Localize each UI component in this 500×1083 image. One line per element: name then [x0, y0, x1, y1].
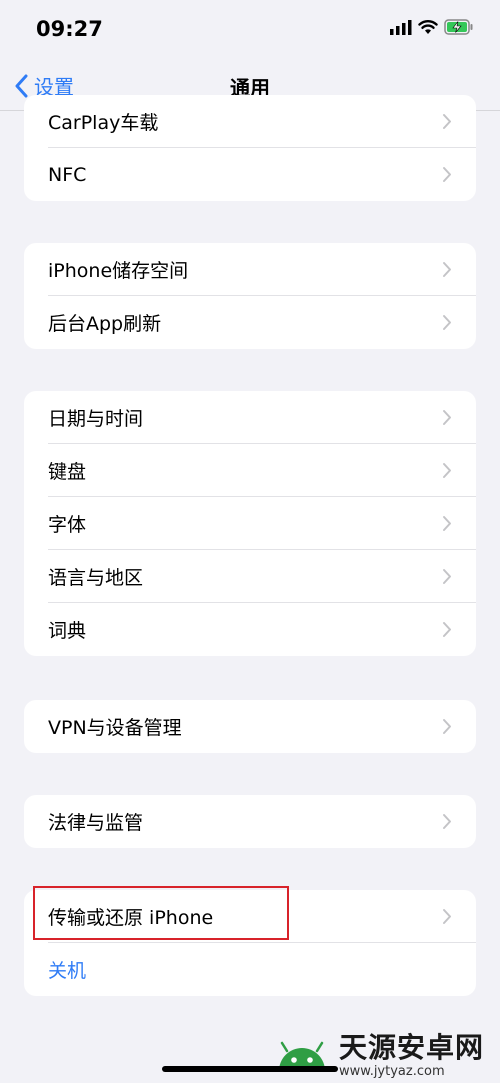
settings-group-date-keyboard: 日期与时间 键盘 字体 语言与地区 词典: [24, 391, 476, 656]
status-icons: [390, 19, 474, 35]
annotation-highlight-box: [33, 886, 289, 940]
status-bar: 09:27: [0, 0, 500, 60]
row-label: 后台App刷新: [48, 313, 162, 335]
battery-charging-icon: [444, 19, 473, 35]
settings-row-vpn-device-management[interactable]: VPN与设备管理: [24, 700, 476, 753]
row-label: 键盘: [48, 461, 87, 483]
chevron-right-icon: [443, 814, 451, 829]
status-time: 09:27: [36, 17, 103, 41]
settings-row-iphone-storage[interactable]: iPhone储存空间: [24, 243, 476, 296]
row-label: 词典: [48, 620, 87, 642]
settings-row-fonts[interactable]: 字体: [24, 497, 476, 550]
settings-row-nfc[interactable]: NFC: [24, 148, 476, 201]
watermark-url: www.jytyaz.com: [338, 1064, 445, 1079]
settings-row-keyboard[interactable]: 键盘: [24, 444, 476, 497]
settings-group-storage: iPhone储存空间 后台App刷新: [24, 243, 476, 349]
chevron-right-icon: [443, 719, 451, 734]
chevron-right-icon: [443, 622, 451, 637]
settings-row-legal-regulatory[interactable]: 法律与监管: [24, 795, 476, 848]
chevron-right-icon: [443, 167, 451, 182]
chevron-right-icon: [443, 410, 451, 425]
chevron-right-icon: [443, 262, 451, 277]
chevron-right-icon: [443, 909, 451, 924]
settings-row-dictionary[interactable]: 词典: [24, 603, 476, 656]
settings-row-carplay[interactable]: CarPlay车载: [24, 95, 476, 148]
settings-row-language-region[interactable]: 语言与地区: [24, 550, 476, 603]
row-label: NFC: [48, 163, 87, 186]
settings-row-shut-down[interactable]: 关机: [24, 943, 476, 996]
wifi-icon: [418, 20, 438, 34]
chevron-right-icon: [443, 114, 451, 129]
watermark-title: 天源安卓网: [338, 1031, 484, 1064]
settings-group-carplay-nfc: CarPlay车载 NFC: [24, 95, 476, 201]
chevron-right-icon: [443, 569, 451, 584]
chevron-right-icon: [443, 315, 451, 330]
row-label: 日期与时间: [48, 408, 144, 430]
settings-group-legal: 法律与监管: [24, 795, 476, 848]
row-label: 字体: [48, 514, 87, 536]
row-label: 语言与地区: [48, 567, 144, 589]
settings-group-vpn: VPN与设备管理: [24, 700, 476, 753]
row-label: VPN与设备管理: [48, 717, 182, 739]
chevron-right-icon: [443, 463, 451, 478]
settings-row-date-time[interactable]: 日期与时间: [24, 391, 476, 444]
shut-down-label: 关机: [48, 960, 87, 982]
row-label: 法律与监管: [48, 812, 144, 834]
row-label: iPhone储存空间: [48, 260, 189, 282]
row-label: CarPlay车载: [48, 112, 159, 134]
home-indicator[interactable]: [162, 1066, 338, 1072]
settings-row-background-app-refresh[interactable]: 后台App刷新: [24, 296, 476, 349]
chevron-right-icon: [443, 516, 451, 531]
cellular-signal-icon: [390, 20, 412, 35]
